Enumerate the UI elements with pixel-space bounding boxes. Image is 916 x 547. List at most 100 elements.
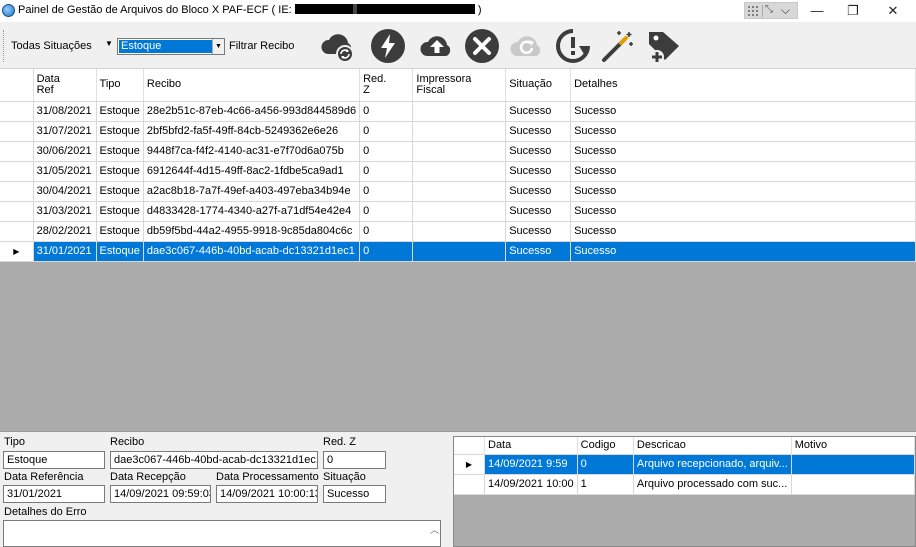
cell-data[interactable]: 31/07/2021 <box>33 121 97 142</box>
column-header[interactable]: Descricao <box>633 437 792 455</box>
chevron-down-icon[interactable]: ⌵ <box>781 3 790 18</box>
row-header[interactable] <box>454 474 485 495</box>
cell-data[interactable]: 30/06/2021 <box>33 141 97 162</box>
upload-icon[interactable] <box>419 28 455 64</box>
type-combo[interactable]: Estoque ▼ <box>117 38 225 55</box>
cell-data[interactable]: 31/01/2021 <box>33 241 97 262</box>
column-header[interactable]: Red. Z <box>359 69 414 102</box>
scroll-up-icon[interactable]: ︿ <box>430 523 439 536</box>
cell-recibo[interactable]: db59f5bd-44a2-4955-9918-9c85da804c6c <box>143 221 361 242</box>
cell-data[interactable]: 14/09/2021 9:59 <box>484 454 578 475</box>
cell-detalhes[interactable]: Sucesso <box>570 101 916 122</box>
column-header[interactable]: Recibo <box>143 69 361 102</box>
current-row-indicator-icon[interactable]: ▶ <box>0 241 34 262</box>
magic-wand-icon[interactable] <box>600 28 636 64</box>
cell-tipo[interactable]: Estoque <box>96 121 144 142</box>
cell-redz[interactable]: 0 <box>359 201 414 222</box>
history-grid[interactable]: Data Codigo Descricao Motivo ▶ 14/09/2021… <box>453 436 916 547</box>
cell-tipo[interactable]: Estoque <box>96 101 144 122</box>
cell-recibo[interactable]: d4833428-1774-4340-a27f-a71df54e42e4 <box>143 201 361 222</box>
table-row[interactable]: 31/05/2021 Estoque 6912644f-4d15-49ff-8ac2… <box>0 161 916 182</box>
cell-situacao[interactable]: Sucesso <box>505 161 572 182</box>
cell-redz[interactable]: 0 <box>359 221 414 242</box>
cell-tipo[interactable]: Estoque <box>96 141 144 162</box>
current-row-indicator-icon[interactable]: ▶ <box>454 454 485 475</box>
row-header[interactable] <box>0 221 34 242</box>
column-header[interactable]: Motivo <box>791 437 916 455</box>
tag-add-icon[interactable] <box>646 28 682 64</box>
table-row[interactable]: 31/03/2021 Estoque d4833428-1774-4340-a27f… <box>0 201 916 222</box>
cloud-sync-icon[interactable] <box>320 28 356 64</box>
cell-redz[interactable]: 0 <box>359 101 414 122</box>
cell-recibo[interactable]: a2ac8b18-7a7f-49ef-a403-497eba34b94e <box>143 181 361 202</box>
cell-data[interactable]: 31/05/2021 <box>33 161 97 182</box>
cell-situacao[interactable]: Sucesso <box>505 121 572 142</box>
row-header[interactable] <box>0 121 34 142</box>
column-header[interactable]: Detalhes <box>570 69 916 102</box>
cell-impressora[interactable] <box>412 141 507 162</box>
cancel-icon[interactable] <box>464 28 500 64</box>
cell-impressora[interactable] <box>412 161 507 182</box>
cell-detalhes[interactable]: Sucesso <box>570 141 916 162</box>
recibo-field[interactable]: dae3c067-446b-40bd-acab-dc13321d1ec1 <box>110 451 318 469</box>
resize-icon[interactable]: ⤡ <box>765 4 773 15</box>
row-header[interactable] <box>0 101 34 122</box>
cell-detalhes[interactable]: Sucesso <box>570 221 916 242</box>
cell-redz[interactable]: 0 <box>359 181 414 202</box>
filter-receipt-button[interactable]: Filtrar Recibo <box>229 40 294 52</box>
data-ref-field[interactable]: 31/01/2021 <box>3 485 105 503</box>
cell-detalhes[interactable]: Sucesso <box>570 181 916 202</box>
tipo-field[interactable]: Estoque <box>3 451 105 469</box>
files-grid[interactable]: Data Ref Tipo Recibo Red. Z Impressora Fisc… <box>0 69 916 431</box>
cell-situacao[interactable]: Sucesso <box>505 101 572 122</box>
cell-redz[interactable]: 0 <box>359 241 414 262</box>
table-row[interactable]: 30/06/2021 Estoque 9448f7ca-f4f2-4140-ac31… <box>0 141 916 162</box>
cell-data[interactable]: 14/09/2021 10:00 <box>484 474 578 495</box>
cell-tipo[interactable]: Estoque <box>96 161 144 182</box>
cell-data[interactable]: 31/03/2021 <box>33 201 97 222</box>
cell-situacao[interactable]: Sucesso <box>505 201 572 222</box>
cell-detalhes[interactable]: Sucesso <box>570 241 916 262</box>
close-button[interactable]: ✕ <box>874 0 912 22</box>
cell-impressora[interactable] <box>412 201 507 222</box>
cell-recibo[interactable]: 9448f7ca-f4f2-4140-ac31-e7f70d6a075b <box>143 141 361 162</box>
row-header[interactable] <box>0 181 34 202</box>
cell-detalhes[interactable]: Sucesso <box>570 121 916 142</box>
row-header[interactable] <box>0 141 34 162</box>
table-row[interactable]: 31/08/2021 Estoque 28e2b51c-87eb-4c66-a456… <box>0 101 916 122</box>
table-row[interactable]: ▶ 31/01/2021 Estoque dae3c067-446b-40bd-aca… <box>0 241 916 262</box>
cell-impressora[interactable] <box>412 121 507 142</box>
cell-tipo[interactable]: Estoque <box>96 221 144 242</box>
cell-recibo[interactable]: dae3c067-446b-40bd-acab-dc13321d1ec1 <box>143 241 361 262</box>
cell-situacao[interactable]: Sucesso <box>505 181 572 202</box>
redz-field[interactable]: 0 <box>323 451 386 469</box>
cell-impressora[interactable] <box>412 221 507 242</box>
row-header[interactable] <box>0 161 34 182</box>
cell-situacao[interactable]: Sucesso <box>505 221 572 242</box>
cell-motivo[interactable] <box>791 474 916 495</box>
cell-detalhes[interactable]: Sucesso <box>570 161 916 182</box>
combo-arrow-icon[interactable]: ▼ <box>212 39 224 54</box>
cell-recibo[interactable]: 6912644f-4d15-49ff-8ac2-1fdbe5ca9ad1 <box>143 161 361 182</box>
data-rec-field[interactable]: 14/09/2021 09:59:03 <box>110 485 211 503</box>
cell-motivo[interactable] <box>791 454 916 475</box>
cell-redz[interactable]: 0 <box>359 121 414 142</box>
table-row[interactable]: ▶ 14/09/2021 9:59 0 Arquivo recepcionado, a… <box>454 454 916 475</box>
situation-dropdown[interactable]: Todas Situações <box>11 40 92 52</box>
table-row[interactable]: 30/04/2021 Estoque a2ac8b18-7a7f-49ef-a403… <box>0 181 916 202</box>
cell-impressora[interactable] <box>412 241 507 262</box>
cell-tipo[interactable]: Estoque <box>96 201 144 222</box>
toolbar-grip[interactable] <box>3 30 5 62</box>
cell-data[interactable]: 30/04/2021 <box>33 181 97 202</box>
cell-codigo[interactable]: 0 <box>577 454 634 475</box>
situacao-field[interactable]: Sucesso <box>323 485 386 503</box>
column-header[interactable]: Data Ref <box>33 69 97 102</box>
cell-tipo[interactable]: Estoque <box>96 181 144 202</box>
cell-descricao[interactable]: Arquivo recepcionado, arquiv... <box>633 454 792 475</box>
column-header[interactable]: Codigo <box>577 437 634 455</box>
row-header[interactable] <box>0 201 34 222</box>
caret-down-icon[interactable]: ▼ <box>105 39 113 48</box>
cell-data[interactable]: 28/02/2021 <box>33 221 97 242</box>
table-row[interactable]: 31/07/2021 Estoque 2bf5bfd2-fa5f-49ff-84cb… <box>0 121 916 142</box>
cell-recibo[interactable]: 2bf5bfd2-fa5f-49ff-84cb-5249362e6e26 <box>143 121 361 142</box>
